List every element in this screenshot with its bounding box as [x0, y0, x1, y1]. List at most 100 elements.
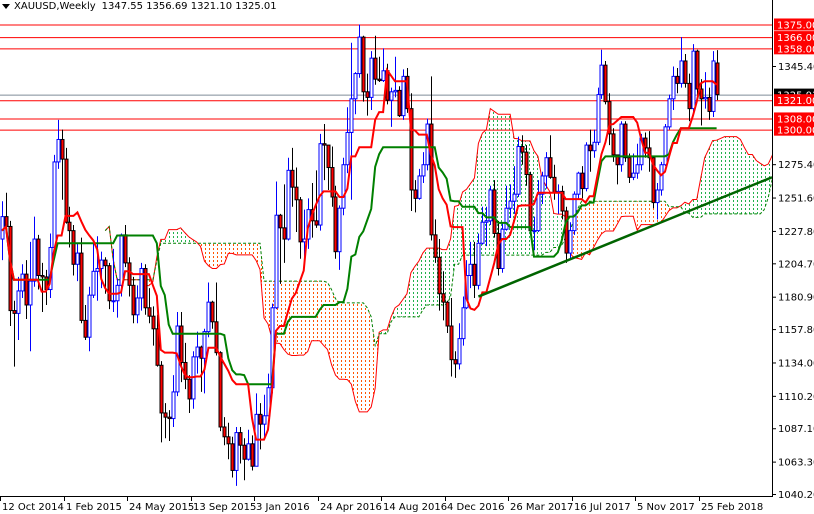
bearish-candle — [155, 328, 160, 366]
cloud-segment — [589, 201, 594, 255]
cloud-segment — [339, 302, 344, 380]
bearish-candle — [159, 364, 164, 414]
bearish-candle — [643, 137, 648, 149]
bullish-candle — [75, 252, 80, 265]
cloud-segment — [720, 136, 725, 214]
price-tick-label: 1087.10 — [778, 424, 814, 435]
bearish-candle — [552, 176, 557, 194]
price-tick-label: 1275.40 — [778, 160, 814, 171]
cloud-segment — [220, 243, 225, 265]
date-tick-label: 13 Sep 2015 — [193, 502, 256, 513]
cloud-segment — [645, 201, 650, 225]
bearish-candle — [683, 60, 688, 84]
ohlc-values: 1347.55 1356.69 1321.10 1325.01 — [101, 1, 277, 12]
cloud-segment — [732, 136, 737, 214]
bearish-candle — [627, 157, 632, 178]
price-chart[interactable]: 1345.40 1275.40 1251.60 1227.80 1204.70 1180.… — [0, 0, 814, 514]
plot-area — [0, 24, 772, 486]
bullish-candle — [480, 221, 485, 244]
bearish-candle — [687, 82, 692, 110]
bullish-candle — [20, 273, 25, 292]
bullish-candle — [568, 230, 573, 254]
bearish-candle — [453, 359, 458, 365]
bullish-candle — [286, 169, 291, 240]
cloud-segment — [728, 136, 733, 214]
date-tick-label: 24 Apr 2016 — [320, 502, 382, 513]
bearish-candle — [564, 210, 569, 254]
bearish-candle — [445, 301, 450, 327]
candles — [0, 24, 720, 486]
price-tick-label: 1227.80 — [778, 227, 814, 238]
price-tick-label: 1157.80 — [778, 325, 814, 336]
bullish-candle — [461, 307, 466, 340]
bearish-candle — [67, 221, 72, 232]
bullish-candle — [393, 89, 398, 93]
bullish-candle — [353, 73, 358, 100]
bearish-candle — [250, 443, 255, 467]
cloud-segment — [355, 302, 360, 412]
bearish-candle — [441, 293, 446, 303]
cloud-segment — [279, 281, 284, 350]
bearish-candle — [83, 319, 88, 338]
bullish-candle — [536, 193, 541, 232]
bearish-candle — [40, 275, 45, 278]
bearish-candle — [230, 443, 235, 471]
bearish-candle — [167, 416, 172, 420]
bullish-candle — [667, 98, 672, 128]
bullish-candle — [671, 75, 676, 100]
bullish-candle — [206, 301, 211, 333]
cloud-segment — [470, 178, 475, 256]
bearish-candle — [611, 133, 616, 156]
bullish-candle — [139, 268, 144, 299]
bullish-candle — [596, 94, 601, 143]
bearish-candle — [60, 138, 65, 160]
chart-title: XAUUSD,Weekly 1347.55 1356.69 1321.10 132… — [2, 1, 280, 12]
bearish-candle — [131, 284, 136, 316]
bullish-candle — [532, 230, 537, 233]
cloud-segment — [410, 266, 415, 317]
bearish-candle — [163, 412, 168, 418]
cloud-segment — [363, 302, 368, 412]
bullish-candle — [52, 161, 57, 248]
bullish-candle — [635, 164, 640, 174]
cloud-segment — [609, 201, 614, 231]
price-tick-label: 1134.00 — [778, 358, 814, 369]
dropdown-triangle-icon[interactable] — [2, 3, 10, 9]
bearish-candle — [127, 262, 132, 286]
bullish-candle — [246, 443, 251, 460]
cloud-segment — [343, 302, 348, 380]
bearish-candle — [282, 227, 287, 240]
date-tick-label: 25 Feb 2018 — [701, 502, 763, 513]
cloud-segment — [414, 261, 419, 317]
bearish-candle — [326, 144, 331, 169]
bullish-candle — [421, 164, 426, 177]
bullish-candle — [655, 189, 660, 204]
date-tick-label: 14 Aug 2016 — [383, 502, 447, 513]
level-price-label: 1358.00 — [777, 44, 814, 55]
bearish-candle — [278, 214, 283, 229]
cloud-segment — [299, 281, 304, 356]
price-tick-label: 1063.30 — [778, 458, 814, 469]
bearish-candle — [623, 123, 628, 159]
bearish-candle — [294, 186, 299, 201]
level-price-label: 1375.00 — [777, 20, 814, 31]
bearish-candle — [433, 234, 438, 258]
cloud-segment — [740, 139, 745, 214]
bullish-candle — [584, 144, 589, 190]
bullish-candle — [262, 415, 267, 425]
bearish-candle — [330, 167, 335, 198]
bullish-candle — [111, 300, 116, 303]
bullish-candle — [703, 96, 708, 100]
bullish-candle — [691, 50, 696, 110]
cloud-segment — [744, 147, 749, 214]
cloud-segment — [585, 201, 590, 255]
bearish-candle — [210, 301, 215, 323]
bullish-candle — [91, 270, 96, 296]
bearish-candle — [437, 256, 442, 295]
cloud-segment — [240, 243, 245, 255]
bullish-candle — [274, 214, 279, 309]
cloud-segment — [422, 248, 427, 310]
bearish-candle — [290, 169, 295, 188]
bearish-candle — [699, 88, 704, 100]
cloud-segment — [466, 183, 471, 256]
